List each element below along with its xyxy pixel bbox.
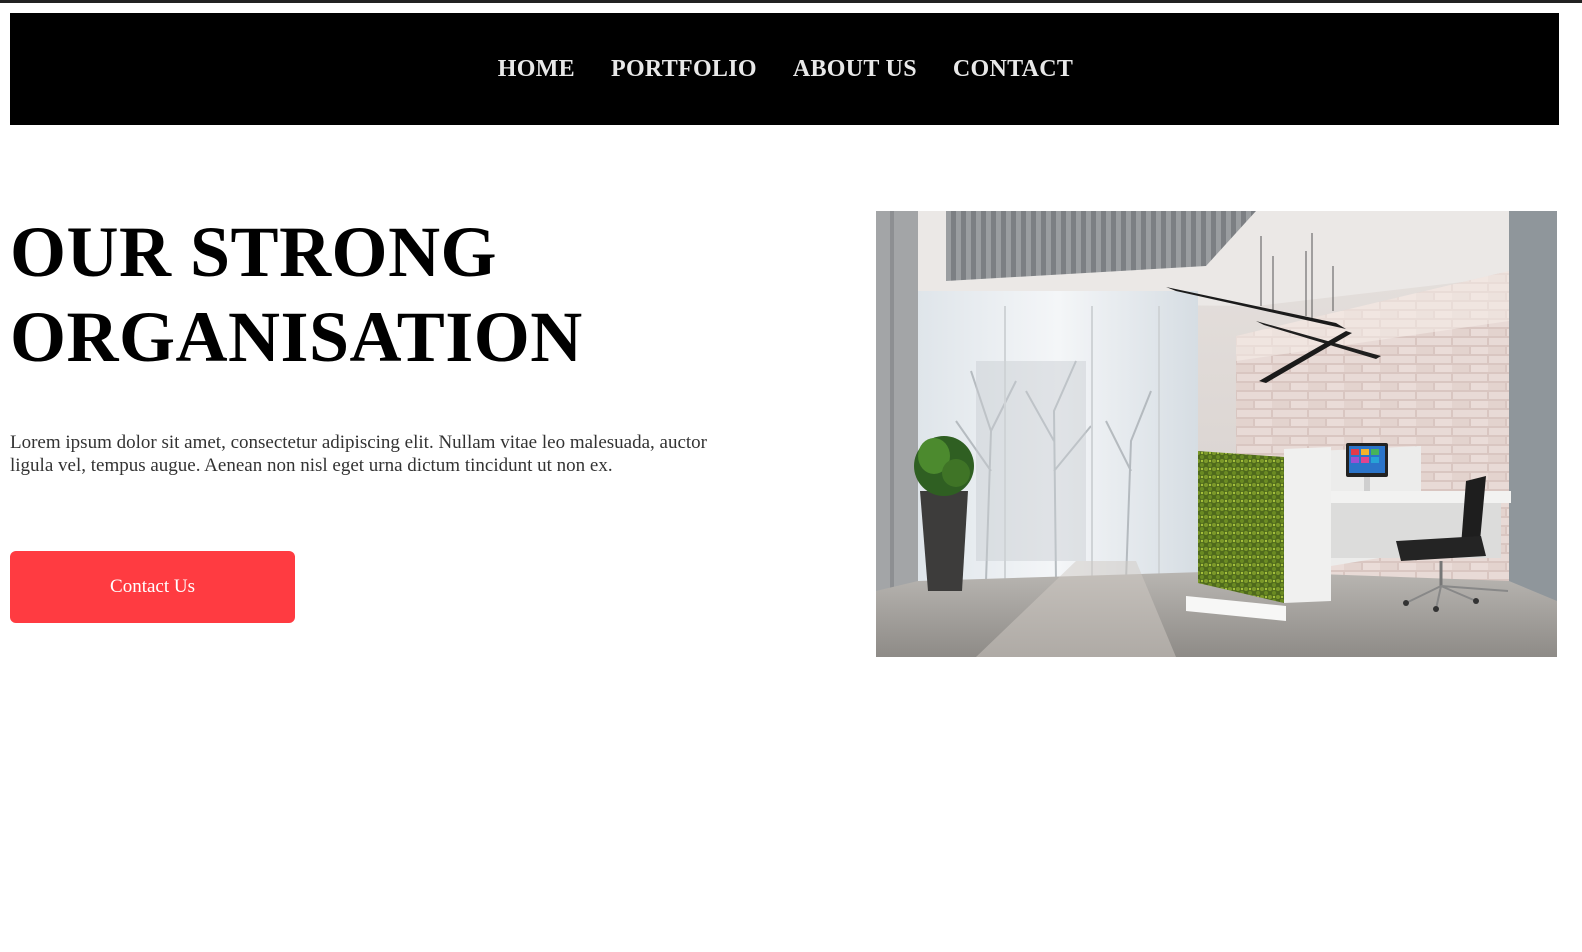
main-navbar: HOME PORTFOLIO ABOUT US CONTACT <box>10 13 1559 125</box>
nav-item-home: HOME <box>498 56 575 83</box>
nav-link-contact[interactable]: CONTACT <box>953 56 1073 82</box>
nav-link-about-us[interactable]: ABOUT US <box>793 56 917 82</box>
hero-title-line-1: OUR STRONG <box>10 212 498 292</box>
nav-link-portfolio[interactable]: PORTFOLIO <box>611 56 757 82</box>
hero-title-line-2: ORGANISATION <box>10 297 583 377</box>
contact-us-button[interactable]: Contact Us <box>10 551 295 623</box>
nav-link-home[interactable]: HOME <box>498 56 575 82</box>
nav-item-about-us: ABOUT US <box>793 56 917 83</box>
top-border <box>0 0 1582 3</box>
nav-item-portfolio: PORTFOLIO <box>611 56 757 83</box>
nav-item-contact: CONTACT <box>953 56 1073 83</box>
nav-list: HOME PORTFOLIO ABOUT US CONTACT <box>498 56 1073 83</box>
hero-description: Lorem ipsum dolor sit amet, consectetur … <box>10 432 707 476</box>
office-interior-image <box>876 211 1557 657</box>
hero-title: OUR STRONG ORGANISATION <box>10 210 583 380</box>
